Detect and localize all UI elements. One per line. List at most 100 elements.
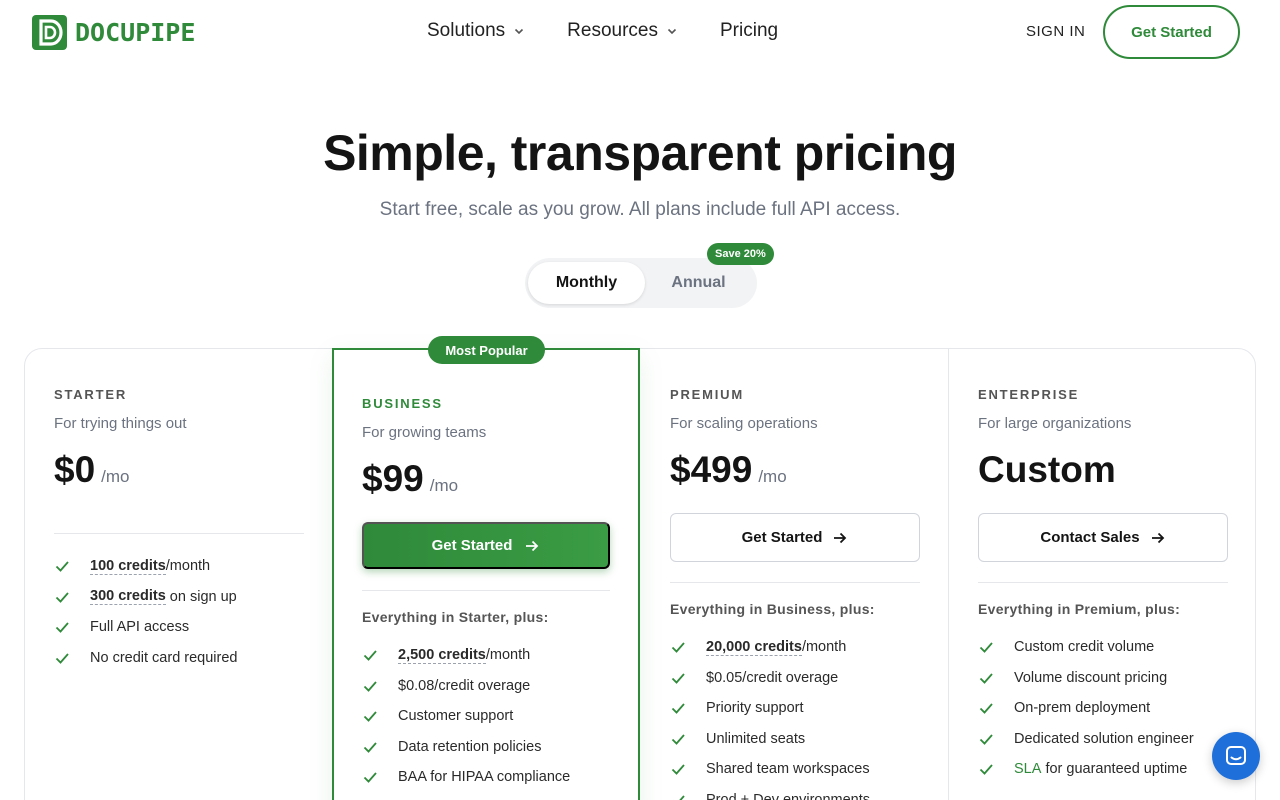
feature-list: 2,500 credits/month $0.08/credit overage… <box>362 640 570 793</box>
divider <box>54 533 304 534</box>
plan-description: For trying things out <box>54 415 187 432</box>
feature-text: Dedicated solution engineer <box>1014 730 1194 747</box>
sign-in-link[interactable]: SIGN IN <box>1026 23 1085 40</box>
inherits-label: Everything in Business, plus: <box>670 601 875 617</box>
button-label: Get Started <box>431 537 513 554</box>
premium-get-started-button[interactable]: Get Started <box>670 513 920 562</box>
feature-item: Customer support <box>362 701 570 732</box>
check-icon <box>979 764 993 776</box>
credits-highlight[interactable]: 300 credits <box>90 588 166 606</box>
billing-monthly-option[interactable]: Monthly <box>528 262 645 304</box>
feature-item: 100 credits/month <box>54 551 238 582</box>
nav-solutions[interactable]: Solutions <box>427 20 525 42</box>
feature-text: $0.08/credit overage <box>398 677 531 694</box>
plan-price: Custom <box>978 449 1116 491</box>
plan-card-premium: PREMIUM For scaling operations $499 /mo … <box>641 349 949 800</box>
feature-text: Priority support <box>706 700 804 717</box>
feature-item: 300 credits on sign up <box>54 582 238 613</box>
plan-tier: STARTER <box>54 387 128 402</box>
feature-text: /month <box>165 558 211 575</box>
plan-tier: BUSINESS <box>362 396 443 411</box>
plan-card-starter: STARTER For trying things out $0 /mo 100… <box>25 349 333 800</box>
chat-widget-button[interactable] <box>1212 732 1260 780</box>
sla-link[interactable]: SLA <box>1014 761 1041 777</box>
check-icon <box>671 764 685 776</box>
feature-text: Custom credit volume <box>1014 639 1155 656</box>
chevron-down-icon <box>515 28 524 35</box>
feature-text: for guaranteed uptime <box>1041 761 1188 778</box>
business-get-started-button[interactable]: Get Started <box>362 522 610 569</box>
pricing-cards: STARTER For trying things out $0 /mo 100… <box>24 348 1256 800</box>
feature-text: Volume discount pricing <box>1014 669 1168 686</box>
plan-card-enterprise: ENTERPRISE For large organizations Custo… <box>949 349 1257 800</box>
feature-text: Unlimited seats <box>706 730 806 747</box>
nav-solutions-label: Solutions <box>427 20 506 41</box>
feature-text: /month <box>485 647 531 664</box>
check-icon <box>55 561 69 573</box>
button-label: Get Started <box>741 529 823 546</box>
logo-text: DOCUPIPE <box>75 18 196 47</box>
price-amount: Custom <box>978 449 1116 490</box>
feature-item: SLA for guaranteed uptime <box>978 754 1194 785</box>
feature-item: Priority support <box>670 693 870 724</box>
credits-highlight[interactable]: 20,000 credits <box>706 639 802 656</box>
check-icon <box>672 795 685 800</box>
save-badge: Save 20% <box>707 243 774 265</box>
page-subtitle: Start free, scale as you grow. All plans… <box>379 199 901 220</box>
feature-item: Shared team workspaces <box>670 754 870 785</box>
check-icon <box>979 673 993 684</box>
button-label: Contact Sales <box>1040 529 1140 546</box>
plan-description: For scaling operations <box>670 415 818 432</box>
logo[interactable]: DOCUPIPE <box>32 15 195 50</box>
check-icon <box>363 742 377 753</box>
check-icon <box>979 642 993 654</box>
divider <box>362 590 610 591</box>
credits-highlight[interactable]: 100 credits <box>90 558 166 575</box>
feature-item: Dedicated solution engineer <box>978 724 1194 755</box>
feature-item: On-prem deployment <box>978 693 1194 724</box>
header-get-started-button[interactable]: Get Started <box>1103 5 1240 59</box>
feature-item: Custom credit volume <box>978 632 1194 663</box>
feature-text: Customer support <box>398 708 514 725</box>
nav-resources[interactable]: Resources <box>567 20 678 42</box>
feature-item: Volume discount pricing <box>978 663 1194 694</box>
page-title: Simple, transparent pricing <box>323 125 957 181</box>
divider <box>978 582 1228 583</box>
feature-list: 100 credits/month 300 credits on sign up… <box>54 551 238 673</box>
billing-annual-option[interactable]: Annual <box>640 262 757 304</box>
feature-item: Full API access <box>54 612 238 643</box>
feature-text: BAA for HIPAA compliance <box>398 769 571 786</box>
check-icon <box>363 711 377 723</box>
feature-text: Data retention policies <box>398 738 542 755</box>
price-amount: $99 <box>362 458 424 499</box>
arrow-right-icon <box>834 532 847 543</box>
price-unit: /mo <box>101 467 130 486</box>
plan-card-business: BUSINESS For growing teams $99 /mo Get S… <box>332 348 640 800</box>
inherits-label: Everything in Premium, plus: <box>978 601 1181 617</box>
inherits-label: Everything in Starter, plus: <box>362 609 549 625</box>
site-header: DOCUPIPE Solutions Resources Pricing SIG… <box>0 0 1280 64</box>
plan-description: For growing teams <box>362 424 487 441</box>
nav-resources-label: Resources <box>567 20 658 41</box>
price-amount: $499 <box>670 449 753 490</box>
check-icon <box>55 653 69 664</box>
check-icon <box>979 703 993 715</box>
feature-item: 20,000 credits/month <box>670 632 870 663</box>
chevron-down-icon <box>667 28 677 35</box>
contact-sales-button[interactable]: Contact Sales <box>978 513 1228 562</box>
check-icon <box>55 622 69 634</box>
feature-text: $0.05/credit overage <box>706 669 839 686</box>
divider <box>670 582 920 583</box>
main-nav: Solutions Resources Pricing <box>427 20 778 42</box>
plan-tier: ENTERPRISE <box>978 387 1080 402</box>
price-unit: /mo <box>758 467 787 486</box>
check-icon <box>363 650 377 662</box>
price-unit: /mo <box>429 476 459 495</box>
credits-highlight[interactable]: 2,500 credits <box>398 647 486 664</box>
check-icon <box>363 681 377 692</box>
billing-toggle: Monthly Annual <box>525 258 757 308</box>
feature-item: $0.05/credit overage <box>670 663 870 694</box>
feature-text: Full API access <box>90 619 190 636</box>
feature-item: Unlimited seats <box>670 724 870 755</box>
nav-pricing[interactable]: Pricing <box>720 20 778 42</box>
